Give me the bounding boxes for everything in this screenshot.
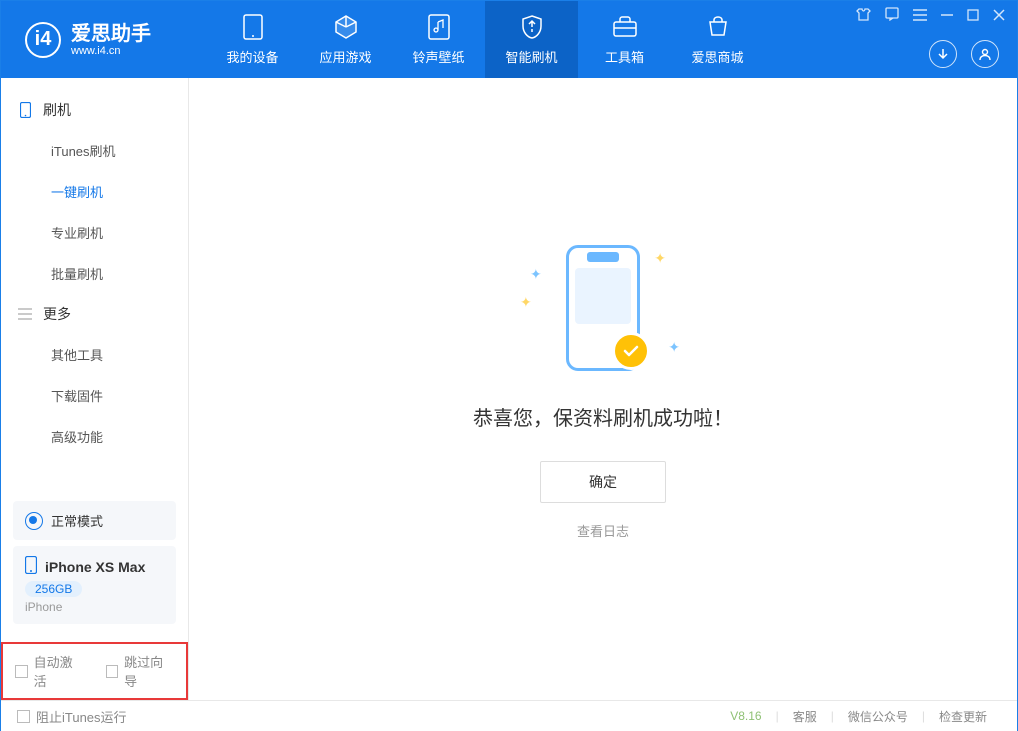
toolbox-icon <box>611 13 639 41</box>
shop-icon <box>704 13 732 41</box>
check-badge-icon <box>612 332 650 370</box>
device-type: iPhone <box>25 600 164 614</box>
sidebar-item-oneclick-flash[interactable]: 一键刷机 <box>1 171 188 212</box>
checkbox-icon <box>106 665 119 678</box>
checkbox-block-itunes[interactable]: 阻止iTunes运行 <box>17 707 127 726</box>
checkbox-skip-guide[interactable]: 跳过向导 <box>106 652 175 690</box>
phone-icon <box>17 102 33 118</box>
checkbox-auto-activate[interactable]: 自动激活 <box>15 652 84 690</box>
group-flash: 刷机 <box>1 90 188 130</box>
checkbox-icon <box>15 665 28 678</box>
success-illustration: ✦ ✦ ✦ ✦ <box>518 238 688 378</box>
logo-section: i4 爱思助手 www.i4.cn <box>1 22 206 58</box>
list-icon <box>17 308 33 320</box>
footer-link-wechat[interactable]: 微信公众号 <box>834 708 922 725</box>
sidebar: 刷机 iTunes刷机 一键刷机 专业刷机 批量刷机 更多 其他工具 下载固件 … <box>1 78 189 700</box>
tab-smart-flash[interactable]: 智能刷机 <box>485 1 578 78</box>
version-label: V8.16 <box>730 709 761 723</box>
mode-label: 正常模式 <box>51 511 103 530</box>
device-name: iPhone XS Max <box>45 559 145 575</box>
user-button[interactable] <box>971 40 999 68</box>
sidebar-item-advanced[interactable]: 高级功能 <box>1 416 188 457</box>
device-card[interactable]: iPhone XS Max 256GB iPhone <box>13 546 176 624</box>
success-title: 恭喜您，保资料刷机成功啦！ <box>473 402 733 431</box>
feedback-icon[interactable] <box>885 7 899 26</box>
tab-apps-games[interactable]: 应用游戏 <box>299 1 392 78</box>
sidebar-item-other-tools[interactable]: 其他工具 <box>1 334 188 375</box>
header: i4 爱思助手 www.i4.cn 我的设备 应用游戏 铃声壁纸 智能刷机 工具… <box>1 1 1017 78</box>
mode-card[interactable]: 正常模式 <box>13 501 176 540</box>
sidebar-item-download-firmware[interactable]: 下载固件 <box>1 375 188 416</box>
highlighted-options: 自动激活 跳过向导 <box>1 642 188 700</box>
app-name: 爱思助手 <box>71 23 151 45</box>
nav-tabs: 我的设备 应用游戏 铃声壁纸 智能刷机 工具箱 爱思商城 <box>206 1 764 78</box>
download-button[interactable] <box>929 40 957 68</box>
music-icon <box>425 13 453 41</box>
device-phone-icon <box>25 556 37 577</box>
content-area: ✦ ✦ ✦ ✦ 恭喜您，保资料刷机成功啦！ 确定 查看日志 <box>189 78 1017 700</box>
sidebar-item-pro-flash[interactable]: 专业刷机 <box>1 212 188 253</box>
close-icon[interactable] <box>993 8 1005 26</box>
device-capacity: 256GB <box>25 581 82 597</box>
cube-icon <box>332 13 360 41</box>
footer-link-update[interactable]: 检查更新 <box>925 708 1001 725</box>
app-url: www.i4.cn <box>71 45 151 57</box>
footer: 阻止iTunes运行 V8.16 | 客服 | 微信公众号 | 检查更新 <box>1 700 1017 731</box>
view-log-link[interactable]: 查看日志 <box>577 521 629 540</box>
sidebar-item-itunes-flash[interactable]: iTunes刷机 <box>1 130 188 171</box>
confirm-button[interactable]: 确定 <box>540 461 666 503</box>
tab-shop[interactable]: 爱思商城 <box>671 1 764 78</box>
minimize-icon[interactable] <box>941 8 953 26</box>
tab-ringtone-wallpaper[interactable]: 铃声壁纸 <box>392 1 485 78</box>
menu-icon[interactable] <box>913 8 927 26</box>
sidebar-item-batch-flash[interactable]: 批量刷机 <box>1 253 188 294</box>
tab-toolbox[interactable]: 工具箱 <box>578 1 671 78</box>
checkbox-icon <box>17 710 30 723</box>
mode-icon <box>25 512 43 530</box>
tshirt-icon[interactable] <box>856 7 871 26</box>
group-more: 更多 <box>1 294 188 334</box>
footer-link-support[interactable]: 客服 <box>779 708 831 725</box>
logo-icon: i4 <box>25 22 61 58</box>
window-controls <box>856 7 1005 26</box>
tab-my-device[interactable]: 我的设备 <box>206 1 299 78</box>
shield-icon <box>518 13 546 41</box>
device-icon <box>239 13 267 41</box>
maximize-icon[interactable] <box>967 8 979 26</box>
